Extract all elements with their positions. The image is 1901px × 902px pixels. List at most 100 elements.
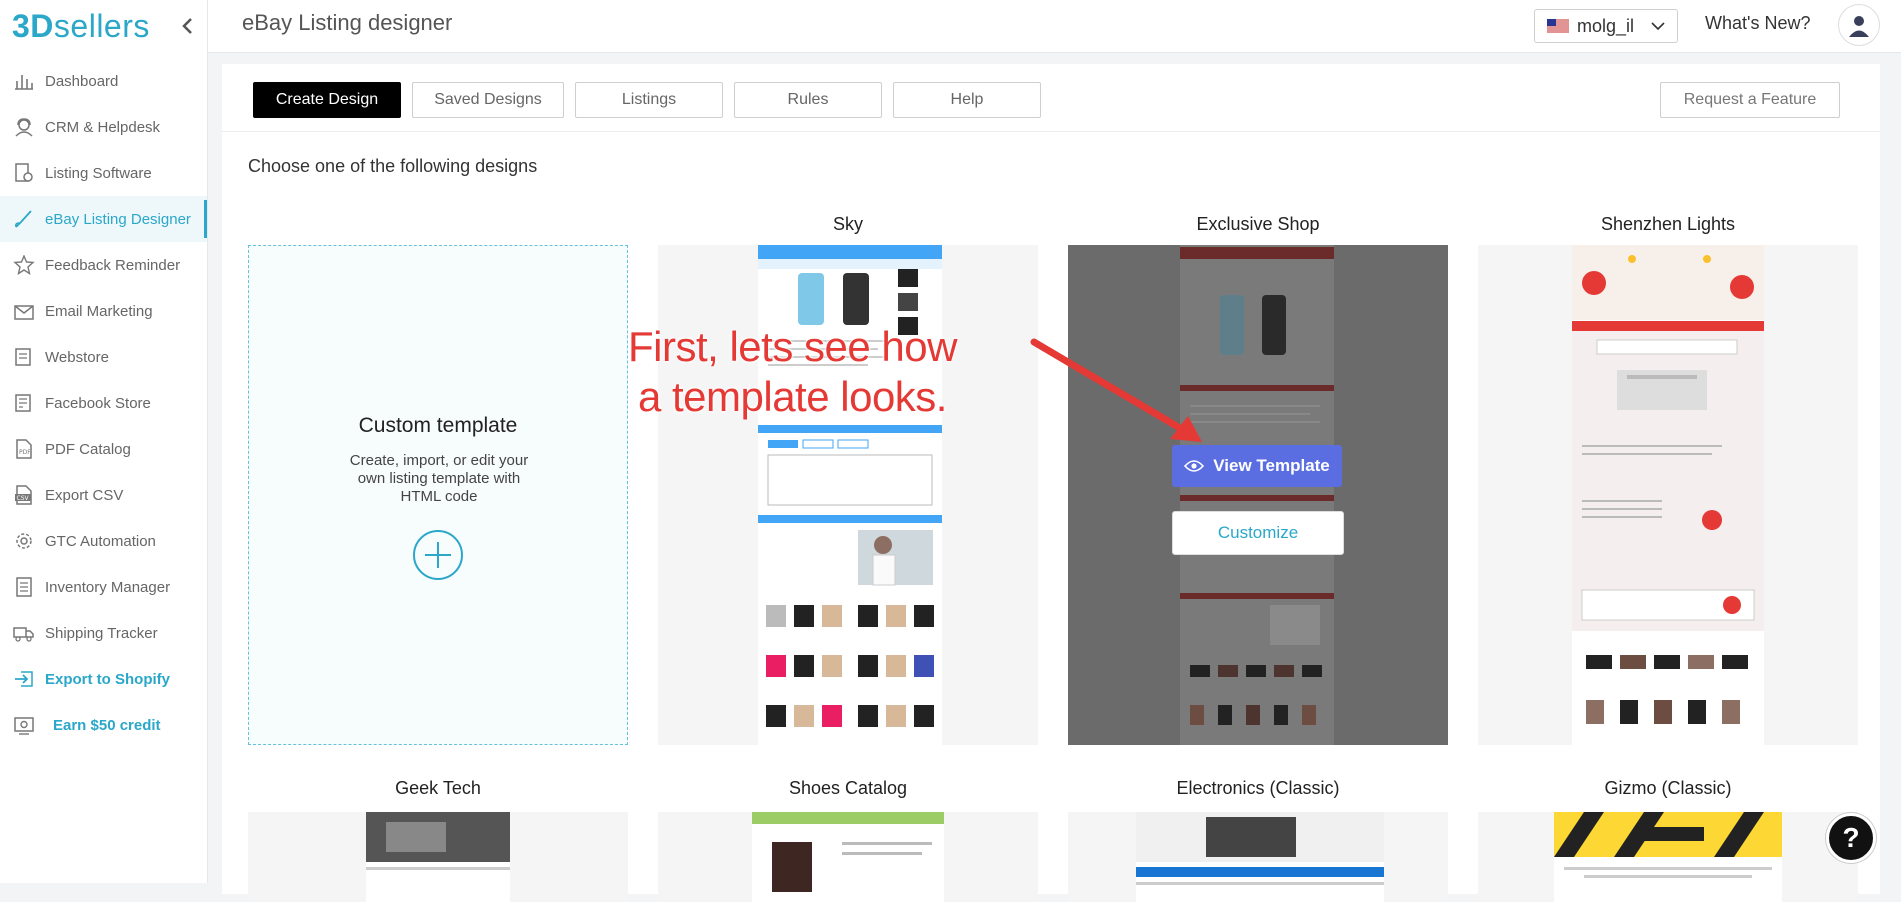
sidebar-item-ebay-listing-designer[interactable]: eBay Listing Designer (0, 196, 207, 242)
template-title-shenzhen-lights: Shenzhen Lights (1600, 214, 1736, 234)
storefront-icon (12, 392, 36, 414)
pdf-file-icon: PDF (12, 438, 36, 460)
sidebar-item-crm[interactable]: CRM & Helpdesk (0, 104, 207, 150)
view-template-label: View Template (1213, 456, 1330, 475)
exclusive-shop-preview-graphic (1180, 247, 1334, 725)
template-thumbnail (752, 812, 944, 902)
custom-template-card[interactable]: Custom template Create, import, or edit … (248, 245, 628, 745)
sidebar-item-label: GTC Automation (45, 532, 156, 550)
sidebar-item-feedback-reminder[interactable]: Feedback Reminder (0, 242, 207, 288)
tab-create-design[interactable]: Create Design (253, 82, 401, 118)
sidebar-item-label: Listing Software (45, 164, 152, 182)
whats-new-link[interactable]: What's New? (1705, 13, 1810, 34)
sidebar-item-export-csv[interactable]: CSV Export CSV (0, 472, 207, 518)
gizmo-preview-graphic (1554, 812, 1782, 878)
bar-chart-icon (12, 70, 36, 92)
user-icon (1849, 16, 1869, 37)
template-thumbnail (366, 812, 510, 902)
view-template-button[interactable]: View Template (1172, 445, 1342, 487)
sidebar-item-earn-credit[interactable]: Earn $50 credit (0, 702, 207, 748)
geek-tech-preview-graphic (366, 812, 510, 870)
sidebar-item-label: PDF Catalog (45, 440, 131, 458)
account-name: molg_il (1577, 15, 1635, 36)
tab-help[interactable]: Help (893, 82, 1041, 118)
collapse-sidebar-icon[interactable] (178, 14, 198, 38)
sidebar-item-label: Export to Shopify (45, 670, 170, 688)
logo[interactable]: 3Dsellers (12, 8, 150, 45)
sky-preview-graphic (758, 245, 942, 727)
sidebar-item-dashboard[interactable]: Dashboard (0, 58, 207, 104)
template-title-exclusive-shop: Exclusive Shop (1196, 214, 1320, 234)
template-thumbnail (1180, 245, 1334, 745)
main-content: Create Design Saved Designs Listings Rul… (222, 64, 1880, 902)
sidebar-item-label: Earn $50 credit (53, 716, 161, 734)
account-select[interactable]: molg_il (1534, 9, 1678, 43)
sidebar-item-label: Export CSV (45, 486, 124, 504)
gear-icon (12, 530, 36, 552)
sidebar-item-facebook-store[interactable]: Facebook Store (0, 380, 207, 426)
logo-3d: 3D (12, 8, 54, 44)
shenzhen-lights-preview-graphic (1572, 245, 1764, 724)
sidebar-item-shipping-tracker[interactable]: Shipping Tracker (0, 610, 207, 656)
sidebar-item-gtc-automation[interactable]: GTC Automation (0, 518, 207, 564)
template-title-sky: Sky (832, 214, 863, 234)
add-circle-icon[interactable] (412, 529, 464, 581)
us-flag-icon (1547, 19, 1569, 33)
sidebar-item-export-to-shopify[interactable]: Export to Shopify (0, 656, 207, 702)
sidebar-item-label: Feedback Reminder (45, 256, 181, 274)
avatar[interactable] (1838, 4, 1880, 46)
annotation-line-2: a template looks. (637, 373, 948, 420)
truck-icon (12, 622, 36, 644)
help-button[interactable]: ? (1826, 813, 1876, 863)
support-agent-icon (12, 116, 36, 138)
top-bar: eBay Listing designer molg_il What's New… (208, 0, 1901, 53)
sidebar-item-webstore[interactable]: Webstore (0, 334, 207, 380)
sidebar-item-label: Inventory Manager (45, 578, 171, 596)
sidebar-nav: Dashboard CRM & Helpdesk Listing Softwar… (0, 58, 207, 748)
sidebar-item-label: Shipping Tracker (45, 624, 158, 642)
template-thumbnail (1136, 812, 1384, 902)
template-card-shenzhen-lights[interactable] (1478, 245, 1858, 745)
template-thumbnail (1572, 245, 1764, 745)
export-icon (12, 668, 36, 690)
sidebar-item-label: Facebook Store (45, 394, 151, 412)
template-card-sky[interactable] (658, 245, 1038, 745)
electronics-preview-graphic (1136, 812, 1384, 885)
template-title-shoes-catalog: Shoes Catalog (788, 778, 908, 798)
tab-rules[interactable]: Rules (734, 82, 882, 118)
request-feature-button[interactable]: Request a Feature (1660, 82, 1840, 118)
eye-icon (1184, 460, 1205, 472)
divider (222, 131, 1880, 132)
envelope-icon (12, 300, 36, 322)
sidebar-item-inventory-manager[interactable]: Inventory Manager (0, 564, 207, 610)
sidebar-item-label: CRM & Helpdesk (45, 118, 161, 136)
template-card-shoes-catalog[interactable] (658, 812, 1038, 902)
template-card-gizmo-classic[interactable] (1478, 812, 1858, 902)
sidebar-item-label: Email Marketing (45, 302, 153, 320)
svg-text:CSV: CSV (17, 495, 30, 502)
template-card-electronics-classic[interactable] (1068, 812, 1448, 902)
sidebar-item-email-marketing[interactable]: Email Marketing (0, 288, 207, 334)
annotation-line-1: First, lets see how (628, 323, 957, 370)
sidebar-item-pdf-catalog[interactable]: PDF PDF Catalog (0, 426, 207, 472)
choose-heading: Choose one of the following designs (248, 156, 538, 176)
sidebar: 3Dsellers Dashboard CRM & Helpdesk Listi… (0, 0, 208, 883)
sidebar-item-label: Dashboard (45, 72, 119, 90)
shoes-catalog-preview-graphic (752, 812, 944, 892)
template-title-geek-tech: Geek Tech (395, 778, 481, 798)
sidebar-item-label: Webstore (45, 348, 109, 366)
custom-template-title: Custom template (358, 414, 518, 437)
custom-template-description: Create, import, or edit your own listing… (349, 452, 529, 505)
tab-listings[interactable]: Listings (575, 82, 723, 118)
chevron-down-icon (1651, 22, 1665, 31)
tab-saved-designs[interactable]: Saved Designs (412, 82, 564, 118)
sidebar-item-listing-software[interactable]: Listing Software (0, 150, 207, 196)
gift-card-icon (12, 714, 36, 736)
template-title-gizmo-classic: Gizmo (Classic) (1604, 778, 1732, 798)
template-card-geek-tech[interactable] (248, 812, 628, 902)
template-thumbnail (758, 245, 942, 745)
annotation-arrow-icon (1030, 338, 1202, 442)
tutorial-annotation: First, lets see how a template looks. (628, 322, 957, 422)
template-card-exclusive-shop[interactable] (1068, 245, 1448, 745)
customize-button[interactable]: Customize (1172, 511, 1344, 555)
